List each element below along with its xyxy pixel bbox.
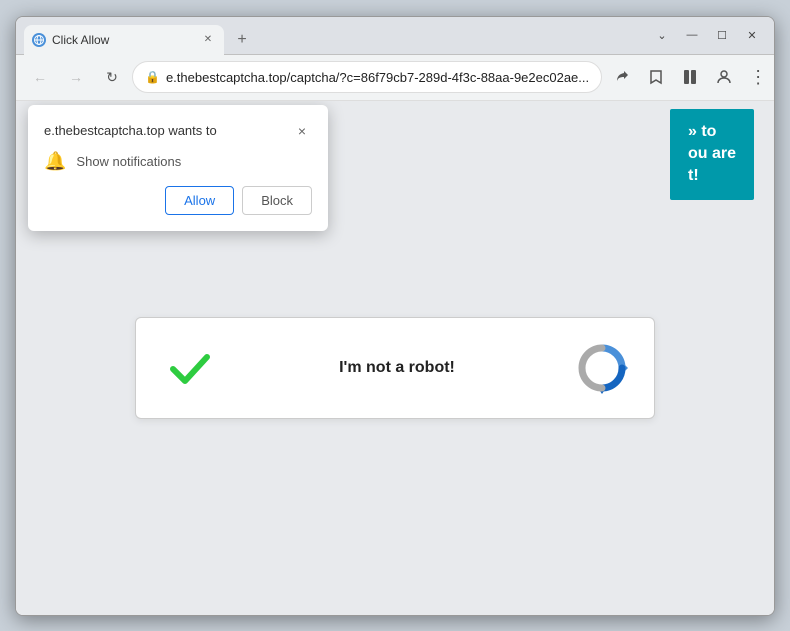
- teal-line2: ou are: [688, 143, 736, 165]
- captcha-label: I'm not a robot!: [240, 359, 554, 377]
- permission-text: Show notifications: [76, 154, 181, 169]
- new-tab-button[interactable]: +: [228, 26, 256, 54]
- popup-site-text: e.thebestcaptcha.top wants to: [44, 123, 217, 138]
- nav-actions: ⋮: [606, 61, 774, 93]
- checkmark-icon: [160, 338, 220, 398]
- address-bar[interactable]: 🔒 e.thebestcaptcha.top/captcha/?c=86f79c…: [132, 61, 602, 93]
- tab-title: Click Allow: [52, 33, 194, 47]
- block-button[interactable]: Block: [242, 186, 312, 215]
- chevron-down-icon[interactable]: ⌄: [648, 21, 676, 49]
- teal-line3: t!: [688, 165, 736, 187]
- tab-favicon: [32, 33, 46, 47]
- captcha-box: I'm not a robot!: [135, 317, 655, 419]
- maximize-button[interactable]: ☐: [708, 21, 736, 49]
- bell-icon: 🔔: [44, 151, 66, 172]
- profile-icon[interactable]: [708, 61, 740, 93]
- notification-popup: e.thebestcaptcha.top wants to × 🔔 Show n…: [28, 105, 328, 231]
- popup-header: e.thebestcaptcha.top wants to ×: [44, 121, 312, 141]
- page-background: FISHPIG » to ou are t! e.thebestcaptcha.…: [16, 101, 774, 615]
- teal-box: » to ou are t!: [670, 109, 754, 200]
- tab-close-button[interactable]: ✕: [200, 32, 216, 48]
- reader-icon[interactable]: [674, 61, 706, 93]
- bookmark-icon[interactable]: [640, 61, 672, 93]
- content-area: FISHPIG » to ou are t! e.thebestcaptcha.…: [16, 101, 774, 615]
- nav-bar: ← → ↻ 🔒 e.thebestcaptcha.top/captcha/?c=…: [16, 55, 774, 101]
- forward-button[interactable]: →: [60, 61, 92, 93]
- share-icon[interactable]: [606, 61, 638, 93]
- teal-line1: » to: [688, 121, 736, 143]
- active-tab[interactable]: Click Allow ✕: [24, 25, 224, 55]
- recaptcha-logo: [574, 340, 630, 396]
- allow-button[interactable]: Allow: [165, 186, 234, 215]
- popup-permission-row: 🔔 Show notifications: [44, 151, 312, 172]
- menu-icon[interactable]: ⋮: [742, 61, 774, 93]
- popup-close-button[interactable]: ×: [292, 121, 312, 141]
- tab-area: Click Allow ✕ +: [24, 17, 640, 54]
- back-button[interactable]: ←: [24, 61, 56, 93]
- popup-buttons: Allow Block: [44, 186, 312, 215]
- close-button[interactable]: ✕: [738, 21, 766, 49]
- browser-window: Click Allow ✕ + ⌄ — ☐ ✕ ← → ↻ 🔒 e.thebes…: [15, 16, 775, 616]
- url-text: e.thebestcaptcha.top/captcha/?c=86f79cb7…: [166, 70, 589, 85]
- refresh-button[interactable]: ↻: [96, 61, 128, 93]
- minimize-button[interactable]: —: [678, 21, 706, 49]
- title-bar: Click Allow ✕ + ⌄ — ☐ ✕: [16, 17, 774, 55]
- window-controls: ⌄ — ☐ ✕: [648, 21, 766, 49]
- lock-icon: 🔒: [145, 70, 160, 84]
